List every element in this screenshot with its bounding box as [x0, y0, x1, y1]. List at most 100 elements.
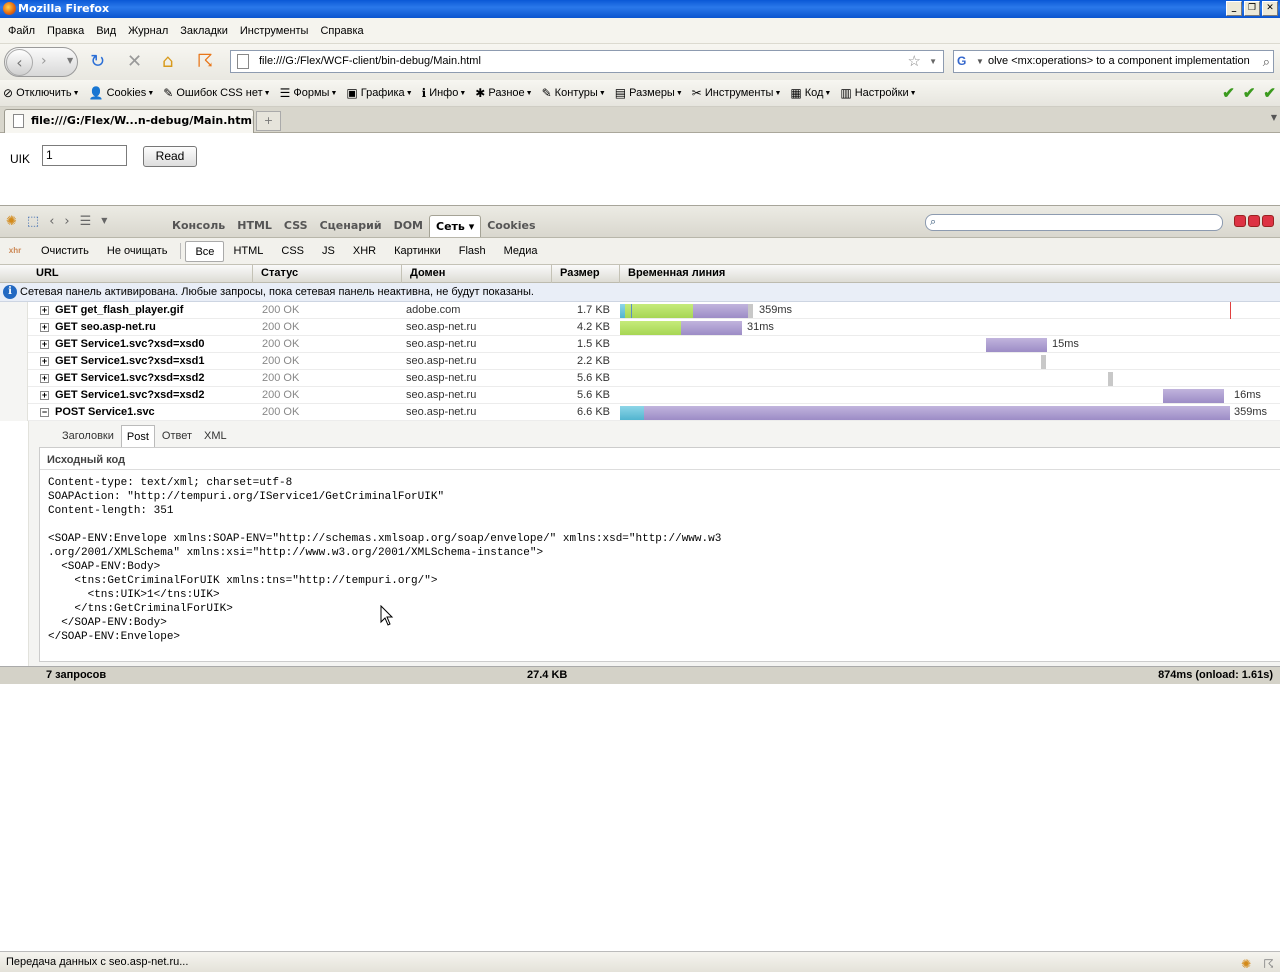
dropdown-icon[interactable]: ▼ — [101, 214, 107, 229]
net-filter-3[interactable]: JS — [313, 241, 344, 262]
firebug-close-icon[interactable] — [1262, 215, 1274, 227]
tab-main[interactable]: file:///G:/Flex/W...n-debug/Main.html — [4, 109, 254, 133]
devtool-2[interactable]: ✎ Ошибок CSS нет ▼ — [163, 86, 270, 100]
menu-item-4[interactable]: Закладки — [174, 25, 234, 37]
engine-dropdown-icon[interactable]: ▼ — [976, 51, 984, 72]
google-icon[interactable]: G — [957, 54, 973, 69]
devtool-11[interactable]: ▥ Настройки ▼ — [840, 86, 916, 100]
check-icon[interactable]: ✔ — [1222, 84, 1235, 102]
check-icon[interactable]: ✔ — [1243, 84, 1256, 102]
xhr-icon[interactable]: xhr — [6, 242, 24, 260]
firebug-tab-6[interactable]: Cookies — [481, 215, 541, 237]
expand-toggle-icon[interactable]: − — [40, 408, 49, 417]
net-filter-2[interactable]: CSS — [272, 241, 313, 262]
col-url[interactable]: URL — [28, 265, 253, 283]
table-row[interactable]: + GET Service1.svc?xsd=xsd1 200 OK seo.asp-… — [0, 353, 1280, 370]
devtool-4[interactable]: ▣ Графика ▼ — [346, 86, 412, 100]
menu-item-1[interactable]: Правка — [41, 25, 90, 37]
table-row[interactable]: + GET Service1.svc?xsd=xsd2 200 OK seo.asp-… — [0, 370, 1280, 387]
search-bar[interactable]: G ▼ olve <mx:operations> to a component … — [953, 50, 1274, 73]
expand-toggle-icon[interactable]: + — [40, 306, 49, 315]
tab-list-icon[interactable]: ▼ — [1271, 113, 1277, 122]
forward-icon[interactable]: › — [64, 214, 69, 229]
check-icon[interactable]: ✔ — [1263, 84, 1276, 102]
total-time: 874ms (onload: 1.61s) — [1158, 669, 1273, 681]
firebug-tab-1[interactable]: HTML — [231, 215, 278, 237]
stop-icon[interactable]: ✕ — [127, 52, 142, 72]
net-filter-4[interactable]: XHR — [344, 241, 385, 262]
menu-item-5[interactable]: Инструменты — [234, 25, 315, 37]
firebug-tab-0[interactable]: Консоль — [166, 215, 231, 237]
home-icon[interactable]: ⌂ — [162, 52, 173, 72]
menu-item-2[interactable]: Вид — [90, 25, 122, 37]
net-filter-7[interactable]: Медиа — [495, 241, 547, 262]
firebug-icon[interactable]: ✺ — [6, 214, 17, 229]
list-icon[interactable]: ☰ — [80, 214, 92, 229]
maximize-button[interactable]: ❐ — [1244, 1, 1260, 16]
expand-toggle-icon[interactable]: + — [40, 340, 49, 349]
devtool-10[interactable]: ▦ Код ▼ — [790, 86, 831, 100]
search-icon[interactable]: ⌕ — [1263, 51, 1270, 72]
firebug-minimize-icon[interactable] — [1234, 215, 1246, 227]
back-button[interactable]: ‹ — [6, 49, 33, 76]
expand-toggle-icon[interactable]: + — [40, 323, 49, 332]
details-tab-1[interactable]: Post — [120, 425, 155, 447]
col-status[interactable]: Статус — [253, 265, 402, 283]
firebug-detach-icon[interactable] — [1248, 215, 1260, 227]
devtool-5[interactable]: ℹ Инфо ▼ — [422, 86, 467, 100]
col-timeline[interactable]: Временная линия — [620, 265, 1280, 283]
net-filter-1[interactable]: HTML — [224, 241, 272, 262]
title-bar: Mozilla Firefox _ ❐ ✕ — [0, 0, 1280, 18]
devtool-8[interactable]: ▤ Размеры ▼ — [615, 86, 683, 100]
clear-button[interactable]: Очистить — [32, 241, 98, 262]
firebug-tab-5[interactable]: Сеть ▾ — [429, 215, 482, 237]
devtool-7[interactable]: ✎ Контуры ▼ — [542, 86, 606, 100]
col-size[interactable]: Размер — [552, 265, 620, 283]
table-row[interactable]: + GET Service1.svc?xsd=xsd2 200 OK seo.asp-… — [0, 387, 1280, 404]
persist-button[interactable]: Не очищать — [98, 241, 177, 262]
devtool-6[interactable]: ✱ Разное ▼ — [475, 86, 532, 100]
details-tab-2[interactable]: Ответ — [157, 425, 197, 447]
url-dropdown-icon[interactable]: ▼ — [929, 51, 937, 72]
rss-icon[interactable]: ☈ — [197, 52, 213, 72]
menu-item-0[interactable]: Файл — [2, 25, 41, 37]
close-button[interactable]: ✕ — [1262, 1, 1278, 16]
table-row[interactable]: − POST Service1.svc 200 OK seo.asp-net.ru 6.… — [0, 404, 1280, 421]
details-tab-0[interactable]: Заголовки — [57, 425, 119, 447]
minimize-button[interactable]: _ — [1226, 1, 1242, 16]
history-dropdown-icon[interactable]: ▼ — [67, 56, 73, 65]
net-filter-5[interactable]: Картинки — [385, 241, 450, 262]
expand-toggle-icon[interactable]: + — [40, 391, 49, 400]
reload-icon[interactable]: ↻ — [90, 52, 105, 72]
col-domain[interactable]: Домен — [402, 265, 552, 283]
menu-item-3[interactable]: Журнал — [122, 25, 174, 37]
address-bar[interactable]: file:///G:/Flex/WCF-client/bin-debug/Mai… — [230, 50, 944, 73]
table-row[interactable]: + GET Service1.svc?xsd=xsd0 200 OK seo.asp-… — [0, 336, 1280, 353]
forward-button[interactable]: › — [41, 53, 47, 69]
devtool-3[interactable]: ☰ Формы ▼ — [280, 86, 338, 100]
net-filter-0[interactable]: Все — [185, 240, 225, 262]
devtool-1[interactable]: 👤 Cookies ▼ — [89, 86, 155, 100]
uik-label: UIK — [10, 152, 31, 166]
devtool-0[interactable]: ⊘ Отключить ▼ — [3, 86, 80, 100]
firebug-search-input[interactable]: ⌕ — [925, 214, 1223, 231]
uik-input[interactable]: 1 — [42, 145, 127, 166]
table-row[interactable]: + GET seo.asp-net.ru 200 OK seo.asp-net.ru 4… — [0, 319, 1280, 336]
devtool-9[interactable]: ✂ Инструменты ▼ — [692, 86, 782, 100]
firebug-tab-3[interactable]: Сценарий — [314, 215, 388, 237]
table-row[interactable]: + GET get_flash_player.gif 200 OK adobe.com… — [0, 302, 1280, 319]
firebug-tab-2[interactable]: CSS — [278, 215, 314, 237]
read-button[interactable]: Read — [143, 146, 197, 167]
details-tab-3[interactable]: XML — [199, 425, 232, 447]
rss-status-icon[interactable]: ☈ — [1263, 954, 1274, 972]
menu-item-6[interactable]: Справка — [314, 25, 369, 37]
inspect-icon[interactable]: ⬚ — [27, 214, 39, 229]
expand-toggle-icon[interactable]: + — [40, 357, 49, 366]
back-icon[interactable]: ‹ — [49, 214, 54, 229]
net-filter-6[interactable]: Flash — [450, 241, 495, 262]
new-tab-button[interactable]: + — [256, 111, 281, 131]
expand-toggle-icon[interactable]: + — [40, 374, 49, 383]
firebug-status-icon[interactable]: ✺ — [1241, 954, 1251, 972]
firebug-tab-4[interactable]: DOM — [388, 215, 429, 237]
bookmark-star-icon[interactable]: ☆ — [908, 51, 921, 72]
